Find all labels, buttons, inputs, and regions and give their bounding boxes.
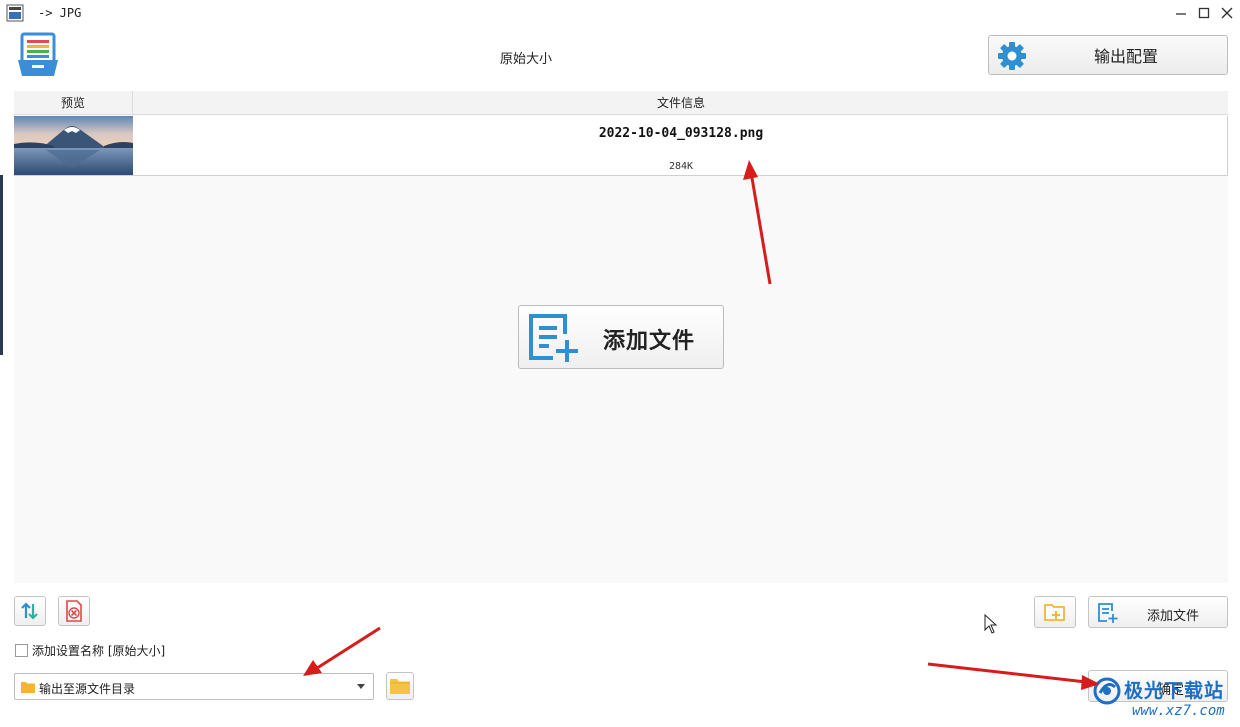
add-setting-name-option[interactable]: 添加设置名称 [原始大小] (15, 642, 165, 658)
annotation-arrow-directory (303, 626, 381, 676)
mouse-cursor-icon (984, 614, 998, 634)
folder-add-icon (1044, 604, 1065, 621)
title-bar: -> JPG (0, 0, 1240, 26)
add-file-large-label: 添加文件 (603, 329, 696, 354)
background-window-edge (0, 175, 3, 355)
sort-icon (21, 602, 38, 620)
annotation-arrow-confirm (927, 662, 1100, 690)
maximize-icon (1198, 7, 1210, 19)
file-name: 2022-10-04_093128.png (598, 126, 764, 141)
file-thumbnail (14, 116, 133, 175)
browse-folder-button[interactable] (386, 672, 414, 700)
column-header-preview[interactable]: 预览 (14, 91, 133, 115)
folder-icon (21, 682, 35, 693)
header: 原始大小 输出配置 (14, 30, 1228, 86)
file-size: 284K (668, 161, 694, 172)
folder-icon (390, 679, 410, 694)
close-icon (1221, 7, 1233, 19)
watermark-name: 极光下载站 (1124, 680, 1225, 702)
close-button[interactable] (1216, 2, 1238, 24)
column-header-file-info[interactable]: 文件信息 (134, 91, 1228, 115)
watermark-logo (1093, 677, 1121, 705)
table-row[interactable]: 2022-10-04_093128.png 284K (14, 116, 1228, 176)
add-file-label: 添加文件 (1146, 609, 1199, 624)
output-directory-value: 输出至源文件目录 (39, 682, 136, 696)
app-icon (6, 4, 24, 22)
add-file-button[interactable]: 添加文件 (1088, 596, 1228, 628)
sort-button[interactable] (14, 596, 46, 626)
maximize-button[interactable] (1193, 2, 1215, 24)
size-label: 原始大小 (500, 52, 553, 67)
delete-button[interactable] (58, 596, 90, 626)
logo-icon (18, 32, 58, 76)
delete-icon (66, 600, 82, 622)
file-list[interactable]: 预览 文件信息 2022-10-04_093128.png 284K 添加文件 (14, 91, 1228, 583)
table-header: 预览 文件信息 (14, 91, 1228, 115)
add-folder-button[interactable] (1034, 596, 1076, 628)
output-directory-select[interactable]: 输出至源文件目录 (14, 673, 374, 700)
output-config-label: 输出配置 (1093, 47, 1158, 66)
watermark-url: www.xz7.com (1132, 703, 1225, 719)
add-file-button-large[interactable]: 添加文件 (518, 305, 724, 369)
add-setting-name-label: 添加设置名称 [原始大小] (32, 643, 166, 658)
chevron-down-icon (357, 684, 365, 689)
minimize-icon (1176, 13, 1186, 15)
minimize-button[interactable] (1170, 2, 1192, 24)
window-title: -> JPG (38, 6, 82, 20)
output-config-button[interactable]: 输出配置 (988, 35, 1228, 75)
add-file-icon (529, 314, 578, 362)
watermark: 极光下载站 www.xz7.com (1092, 674, 1234, 726)
add-setting-name-checkbox[interactable] (15, 643, 28, 657)
